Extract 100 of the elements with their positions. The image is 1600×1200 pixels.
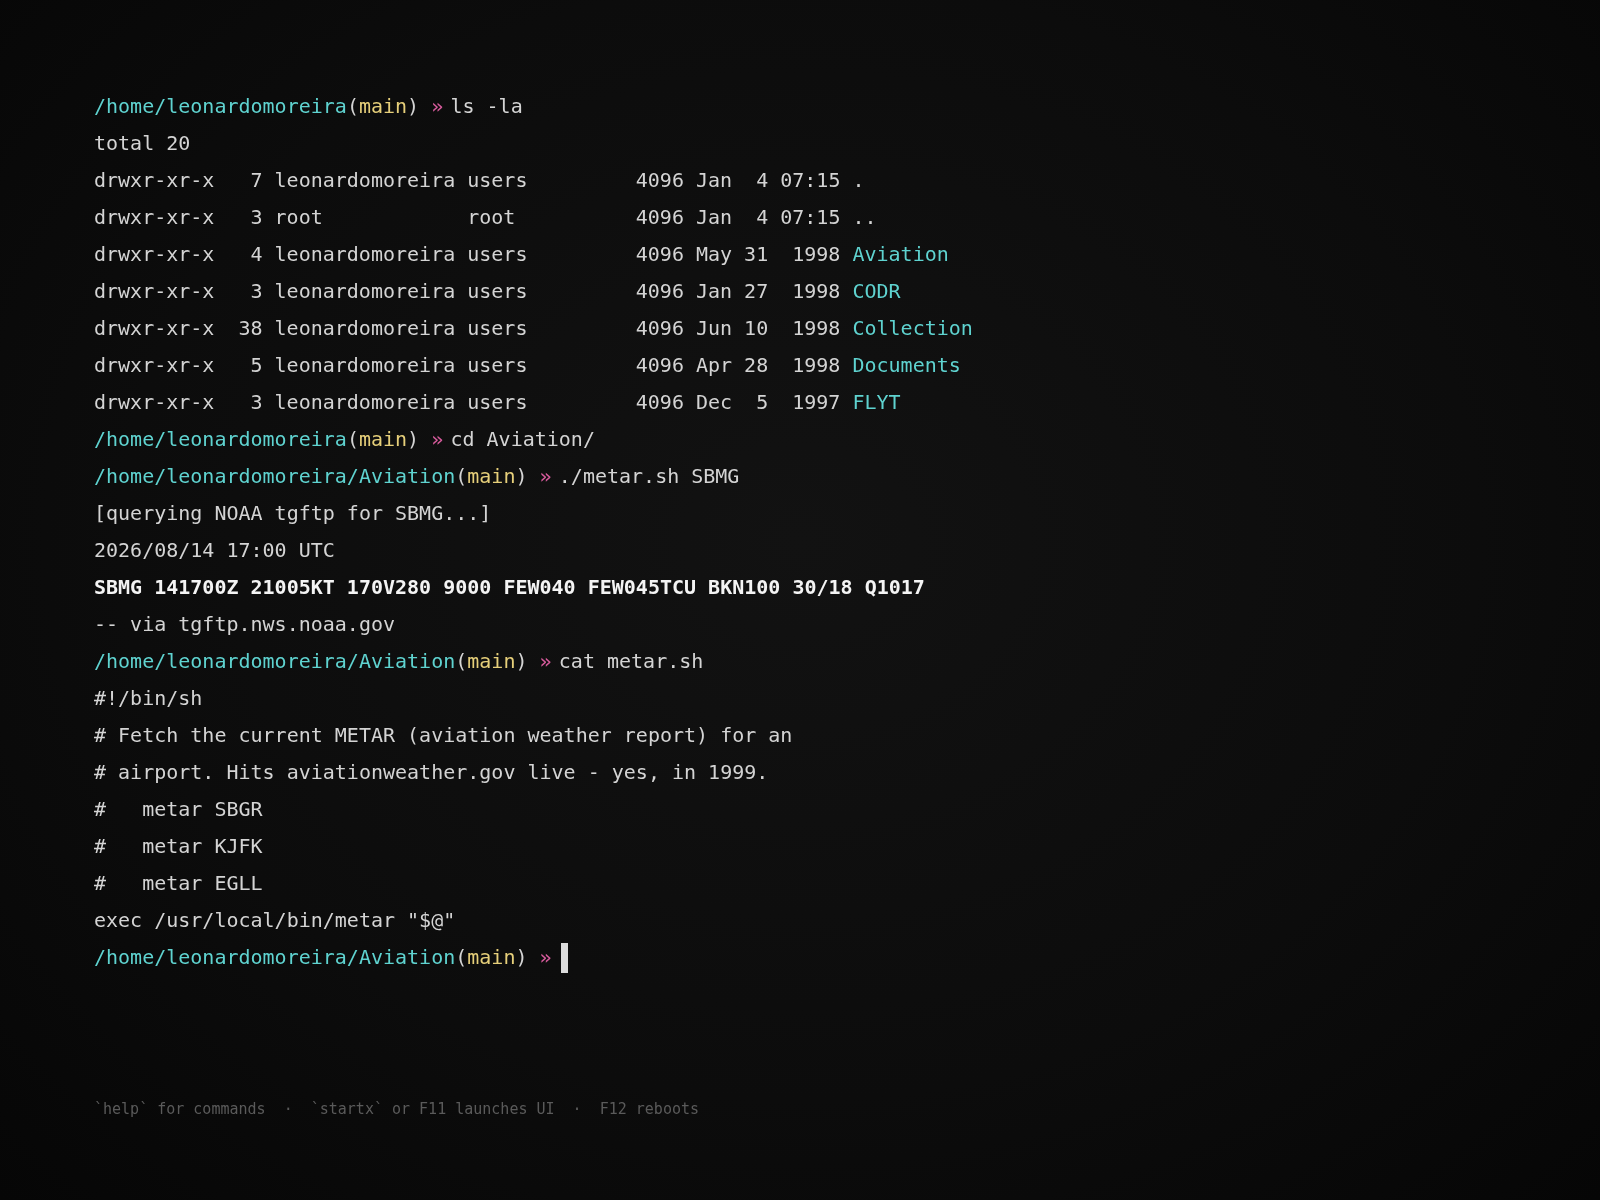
file-size: 4096 — [635, 352, 684, 379]
permissions-text: drwxr-xr-x — [94, 204, 215, 231]
owner-name: leonardomoreira — [274, 278, 456, 305]
file-name: FLYT — [852, 389, 902, 416]
file-size: 4096 — [635, 315, 684, 342]
owner-name: leonardomoreira — [274, 352, 456, 379]
link-count: 5 — [249, 352, 263, 379]
group-name: users — [467, 167, 529, 194]
group-name: root — [467, 204, 517, 231]
month-text: Apr — [695, 352, 733, 379]
time-text: 1998 — [791, 278, 841, 305]
git-branch: (main) — [346, 426, 420, 453]
command-text: ls -la — [450, 93, 523, 120]
group-name: users — [467, 241, 529, 268]
output-line: exec /usr/local/bin/metar "$@" — [94, 907, 457, 934]
owner-name: leonardomoreira — [274, 167, 456, 194]
time-text: 1998 — [791, 241, 841, 268]
prompt-symbol: » — [539, 944, 552, 971]
owner-name: leonardomoreira — [274, 389, 456, 416]
link-count: 38 — [237, 315, 263, 342]
output-line: # metar EGLL — [94, 870, 264, 897]
git-branch: (main) — [455, 648, 528, 675]
output-line: # metar SBGR — [94, 796, 264, 823]
day-text: 5 — [755, 389, 769, 416]
month-text: Jan — [695, 204, 733, 231]
time-text: 07:15 — [780, 167, 841, 194]
output-line: # airport. Hits aviationweather.gov live - yes, in 1999. — [94, 759, 770, 786]
file-size: 4096 — [635, 389, 684, 416]
output-line: -- via tgftp.nws.noaa.gov — [94, 611, 397, 638]
time-text: 1998 — [791, 352, 841, 379]
output-line: # Fetch the current METAR (aviation weather report) for an — [94, 722, 794, 749]
month-text: Jun — [695, 315, 733, 342]
hint-text: `help` for commands — [94, 1100, 266, 1118]
day-text: 10 — [744, 315, 769, 342]
command-text: cat metar.sh — [558, 648, 704, 675]
owner-name: root — [274, 204, 324, 231]
month-text: Dec — [695, 389, 733, 416]
link-count: 4 — [249, 241, 263, 268]
permissions-text: drwxr-xr-x — [94, 278, 215, 305]
command-text: ./metar.sh SBMG — [558, 463, 740, 490]
file-name: Collection — [852, 315, 974, 342]
file-size: 4096 — [635, 167, 684, 194]
permissions-text: drwxr-xr-x — [94, 315, 215, 342]
day-text: 27 — [744, 278, 769, 305]
file-name: .. — [852, 204, 878, 231]
file-name: Documents — [852, 352, 962, 379]
month-text: Jan — [695, 278, 733, 305]
group-name: users — [467, 278, 529, 305]
command-text: cd Aviation/ — [450, 426, 595, 453]
metar-report: SBMG 141700Z 21005KT 170V280 9000 FEW040 FEW045TCU BKN100 30/18 Q1017 — [94, 574, 926, 601]
prompt-symbol: » — [431, 93, 444, 120]
permissions-text: drwxr-xr-x — [94, 167, 215, 194]
time-text: 1998 — [791, 315, 841, 342]
prompt-path: /home/leonardomoreira — [94, 93, 347, 120]
text-cursor — [561, 942, 569, 973]
permissions-text: drwxr-xr-x — [94, 389, 215, 416]
group-name: users — [467, 352, 529, 379]
file-size: 4096 — [635, 204, 684, 231]
file-size: 4096 — [635, 278, 684, 305]
prompt-path: /home/leonardomoreira/Aviation — [94, 944, 456, 971]
hint-text: `startx` or F11 launches UI — [310, 1100, 555, 1118]
link-count: 3 — [249, 204, 263, 231]
prompt-path: /home/leonardomoreira — [94, 426, 347, 453]
time-text: 07:15 — [780, 204, 841, 231]
file-size: 4096 — [635, 241, 684, 268]
output-line: #!/bin/sh — [94, 685, 204, 712]
day-text: 28 — [744, 352, 769, 379]
group-name: users — [467, 389, 529, 416]
link-count: 3 — [249, 389, 263, 416]
day-text: 4 — [755, 167, 769, 194]
file-name: CODR — [852, 278, 902, 305]
group-name: users — [467, 315, 529, 342]
permissions-text: drwxr-xr-x — [94, 352, 215, 379]
link-count: 7 — [249, 167, 263, 194]
day-text: 4 — [755, 204, 769, 231]
file-name: Aviation — [852, 241, 950, 268]
prompt-path: /home/leonardomoreira/Aviation — [94, 648, 456, 675]
month-text: Jan — [695, 167, 733, 194]
hint-text: · — [572, 1100, 582, 1118]
prompt-path: /home/leonardomoreira/Aviation — [94, 463, 456, 490]
output-line: 2026/08/14 17:00 UTC — [94, 537, 336, 564]
prompt-symbol: » — [539, 648, 552, 675]
prompt-symbol: » — [431, 426, 444, 453]
hint-text: F12 reboots — [599, 1100, 700, 1118]
file-name: . — [852, 167, 866, 194]
owner-name: leonardomoreira — [274, 241, 456, 268]
hint-text: · — [283, 1100, 293, 1118]
day-text: 31 — [744, 241, 769, 268]
output-line: # metar KJFK — [94, 833, 264, 860]
output-line: [querying NOAA tgftp for SBMG...] — [94, 500, 493, 527]
git-branch: (main) — [455, 463, 528, 490]
output-line: total 20 — [94, 130, 192, 157]
prompt-symbol: » — [539, 463, 552, 490]
git-branch: (main) — [455, 944, 528, 971]
permissions-text: drwxr-xr-x — [94, 241, 215, 268]
link-count: 3 — [249, 278, 263, 305]
owner-name: leonardomoreira — [274, 315, 456, 342]
git-branch: (main) — [346, 93, 420, 120]
time-text: 1997 — [791, 389, 841, 416]
month-text: May — [695, 241, 733, 268]
